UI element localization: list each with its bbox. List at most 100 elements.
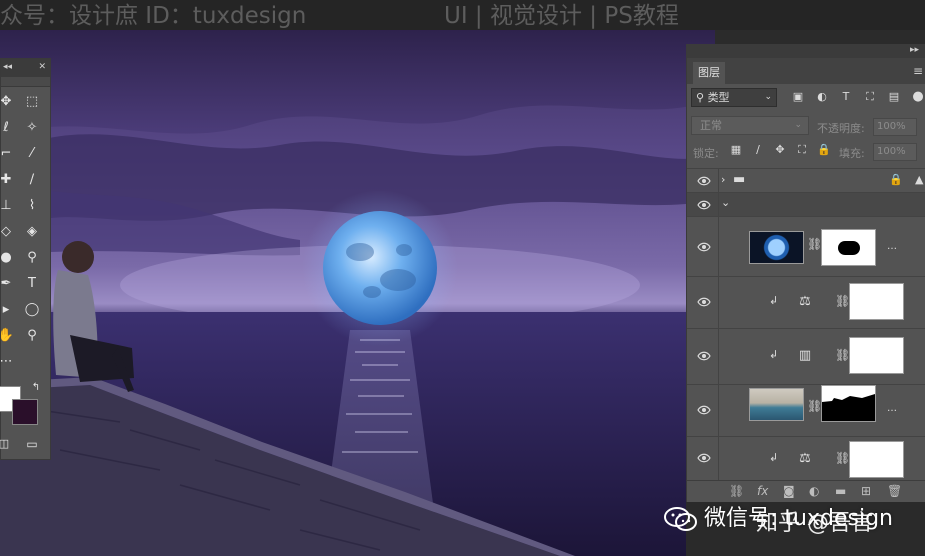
marquee-tool-icon[interactable]: ⬚ (21, 91, 43, 113)
layer-row-balance-2[interactable]: ↲ ⚖ ⛓ (687, 436, 925, 480)
blend-mode-select[interactable]: 正常 ⌄ (691, 116, 809, 135)
zoom-tool-icon[interactable]: ⚲ (21, 325, 43, 347)
blur-tool-icon[interactable]: ● (0, 247, 17, 269)
visibility-eye-icon[interactable] (697, 242, 711, 252)
new-layer-icon[interactable]: ⊞ (861, 484, 871, 498)
layer-filter-select[interactable]: ⚲ 类型 ⌄ (691, 88, 777, 107)
layers-tab-bar: 图层 ≡ (687, 58, 925, 84)
chevron-right-icon[interactable]: › (721, 173, 725, 186)
pen-tool-icon[interactable]: ✒ (0, 273, 17, 295)
filter-type-icon[interactable]: T (839, 90, 853, 104)
lock-all-icon[interactable]: 🔒 (817, 143, 831, 157)
add-mask-icon[interactable]: ◙ (783, 484, 795, 498)
row-separator (718, 169, 719, 192)
tools-grip[interactable] (1, 77, 50, 87)
moon-layer-mask[interactable] (821, 229, 876, 266)
link-layers-icon[interactable]: ⛓ (729, 484, 744, 498)
panel-menu-icon[interactable]: ≡ (913, 64, 923, 78)
color-balance-icon[interactable]: ⚖ (795, 451, 815, 467)
path-selection-tool-icon[interactable]: ▸ (0, 299, 17, 321)
scene-layer-thumbnail[interactable] (749, 388, 804, 421)
lock-transparency-icon[interactable]: ▦ (729, 143, 743, 157)
row-separator (718, 217, 719, 276)
quick-mask-icon[interactable]: ◫ (0, 433, 15, 455)
adjustment-mask[interactable] (849, 283, 904, 320)
paint-bucket-tool-icon[interactable]: ◈ (21, 221, 43, 243)
layers-collapse-button[interactable]: ▸▸ (910, 45, 919, 55)
background-color-swatch[interactable] (12, 399, 38, 425)
lock-position-icon[interactable]: ✥ (773, 143, 787, 157)
filter-smart-object-icon[interactable]: ▤ (887, 90, 901, 104)
tools-close-button[interactable]: ✕ (38, 62, 46, 72)
photoshop-window: 众号：设计庶 ID：tuxdesign UI | 视觉设计 | PS教程 ◂◂ … (0, 0, 925, 556)
lasso-tool-icon[interactable]: ℓ (0, 117, 17, 139)
hand-tool-icon[interactable]: ✋ (0, 325, 17, 347)
gradient-map-icon[interactable]: ▥ (795, 348, 815, 364)
link-icon[interactable]: ⛓ (835, 451, 850, 465)
color-balance-icon[interactable]: ⚖ (795, 294, 815, 310)
adjustment-mask[interactable] (849, 441, 904, 478)
clipping-arrow-icon: ↲ (769, 451, 779, 464)
swap-colors-icon[interactable]: ↰ (25, 377, 47, 399)
filter-adjustment-icon[interactable]: ◐ (815, 90, 829, 104)
layer-row-moon[interactable]: ⛓ … (687, 216, 925, 276)
visibility-eye-icon[interactable] (697, 405, 711, 415)
visibility-eye-icon[interactable] (697, 297, 711, 307)
layer-filter-row: ⚲ 类型 ⌄ ▣ ◐ T ⛶ ▤ ● (687, 84, 925, 111)
healing-tool-icon[interactable]: ✚ (0, 169, 17, 191)
wechat-logo-icon (664, 507, 697, 531)
link-icon[interactable]: ⛓ (835, 348, 850, 362)
adjustment-layer-icon[interactable]: ◐ (809, 484, 819, 498)
tools-panel: ◂◂ ✕ ✥ ⬚ ℓ ✧ ⌐ ⁄ ✚ ∕ ⊥ ⌇ ◇ ◈ ● ⚲ ✒ T ▸ ◯… (0, 58, 51, 460)
blend-row: 正常 ⌄ 不透明度: 100% (687, 112, 925, 138)
chevron-down-icon: ⌄ (794, 120, 802, 130)
tools-collapse-button[interactable]: ◂◂ (3, 62, 12, 72)
tab-layers[interactable]: 图层 (693, 62, 725, 84)
link-icon[interactable]: ⛓ (835, 294, 850, 308)
visibility-eye-icon[interactable] (697, 176, 711, 186)
clone-stamp-tool-icon[interactable]: ⊥ (0, 195, 17, 217)
clipping-arrow-icon: ↲ (769, 294, 779, 307)
filter-pixel-icon[interactable]: ▣ (791, 90, 805, 104)
link-icon[interactable]: ⛓ (807, 237, 822, 251)
layer-row-balance-1[interactable]: ↲ ⚖ ⛓ (687, 276, 925, 328)
more-tools-icon[interactable]: ⋯ (0, 351, 17, 373)
fill-field[interactable]: 100% (873, 143, 917, 161)
new-group-icon[interactable]: ▬ (835, 484, 846, 498)
magic-wand-tool-icon[interactable]: ✧ (21, 117, 43, 139)
visibility-eye-icon[interactable] (697, 453, 711, 463)
layer-row-group-open[interactable]: ⌄ (687, 192, 925, 216)
visibility-eye-icon[interactable] (697, 351, 711, 361)
filter-shape-icon[interactable]: ⛶ (863, 90, 877, 104)
scroll-up-icon[interactable]: ▲ (915, 173, 923, 186)
lock-artboard-icon[interactable]: ⛶ (795, 143, 809, 157)
scene-layer-mask[interactable] (821, 385, 876, 422)
document-canvas[interactable] (0, 30, 715, 556)
adjustment-mask[interactable] (849, 337, 904, 374)
link-icon[interactable]: ⛓ (807, 399, 822, 413)
type-tool-icon[interactable]: T (21, 273, 43, 295)
move-tool-icon[interactable]: ✥ (0, 91, 17, 113)
lock-icon: 🔒 (889, 173, 903, 186)
lock-image-icon[interactable]: ∕ (751, 143, 765, 157)
delete-layer-icon[interactable]: 🗑 (887, 484, 902, 498)
filter-toggle-icon[interactable]: ● (911, 90, 925, 104)
brush-tool-icon[interactable]: ∕ (21, 169, 43, 191)
row-separator (718, 437, 719, 480)
layer-row-scene[interactable]: ⛓ … (687, 384, 925, 436)
dodge-tool-icon[interactable]: ⚲ (21, 247, 43, 269)
ellipse-tool-icon[interactable]: ◯ (21, 299, 43, 321)
layer-row-group-closed[interactable]: › ▬ 🔒 ▲ (687, 168, 925, 192)
screen-mode-icon[interactable]: ▭ (21, 433, 43, 455)
history-brush-tool-icon[interactable]: ⌇ (21, 195, 43, 217)
eraser-tool-icon[interactable]: ◇ (0, 221, 17, 243)
eyedropper-tool-icon[interactable]: ⁄ (21, 143, 43, 165)
crop-tool-icon[interactable]: ⌐ (0, 143, 17, 165)
lock-row: 锁定: ▦ ∕ ✥ ⛶ 🔒 填充: 100% (687, 138, 925, 164)
visibility-eye-icon[interactable] (697, 200, 711, 210)
fx-icon[interactable]: fx (757, 484, 768, 498)
chevron-down-icon[interactable]: ⌄ (721, 196, 730, 209)
layer-row-gradient-map[interactable]: ↲ ▥ ⛓ (687, 328, 925, 384)
moon-layer-thumbnail[interactable] (749, 231, 804, 264)
opacity-field[interactable]: 100% (873, 118, 917, 136)
